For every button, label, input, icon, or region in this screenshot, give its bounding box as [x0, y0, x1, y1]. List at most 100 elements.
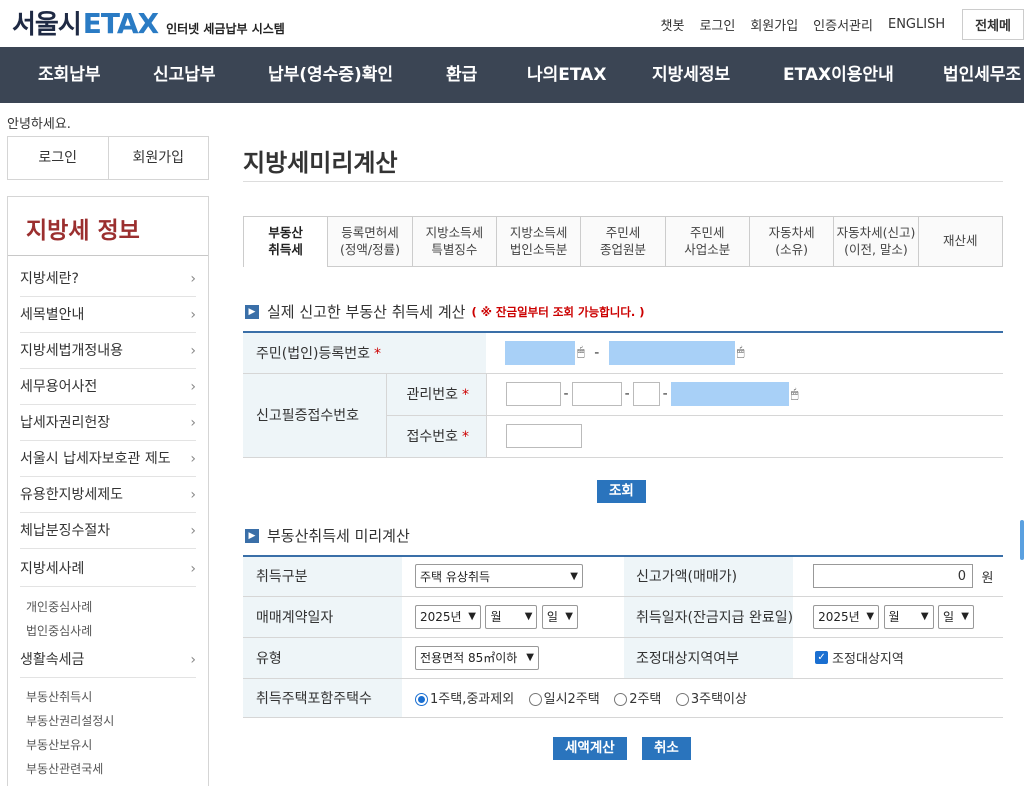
chevron-down-icon: ▼ — [524, 611, 533, 622]
acq-day-select[interactable]: 일 ▼ — [937, 604, 974, 629]
price-cell: 0 원 — [793, 556, 1003, 597]
mouse-icon[interactable]: 🖱 — [791, 387, 799, 402]
title-divider — [243, 181, 1003, 182]
chevron-right-icon: › — [190, 415, 196, 431]
util-english[interactable]: ENGLISH — [888, 17, 945, 32]
scroll-handle[interactable] — [1020, 520, 1024, 560]
dash: - — [594, 344, 600, 361]
lookup-button[interactable]: 조회 — [597, 480, 646, 503]
tab-vehicle-owned[interactable]: 자동차세 (소유) — [748, 217, 834, 267]
site-logo[interactable]: 서울시 ETAX 인터넷 세금납부 시스템 — [12, 4, 285, 41]
nav-tax-info[interactable]: 지방세정보 — [652, 47, 730, 103]
sidebar-item[interactable]: 세무용어사전 › — [20, 369, 196, 405]
acq-type-select[interactable]: 주택 유상취득 ▼ — [415, 564, 583, 589]
rrn-front-input[interactable] — [505, 340, 575, 365]
house-option-4[interactable]: 3주택이상 — [675, 688, 747, 707]
sidebar-divider — [8, 255, 208, 256]
nav-report-pay[interactable]: 신고납부 — [153, 47, 216, 103]
tab-vehicle-report[interactable]: 자동차세(신고) (이전, 말소) — [833, 217, 918, 267]
sidebar-subitem[interactable]: 부동산보유시 — [26, 736, 92, 753]
sidebar-item-label: 체납분징수절차 — [20, 523, 111, 539]
page-title: 지방세미리계산 — [243, 149, 398, 177]
nav-receipt[interactable]: 납부(영수증)확인 — [268, 47, 393, 103]
sidebar-subitem[interactable]: 부동산취득시 — [26, 688, 92, 705]
tab-local-income-corp[interactable]: 지방소득세 법인소득분 — [495, 217, 581, 267]
radio-icon — [614, 693, 628, 706]
sidebar-title: 지방세 정보 — [26, 218, 140, 244]
house-option-2[interactable]: 일시2주택 — [528, 688, 600, 707]
contract-date-cell: 2025년 ▼ 월 ▼ 일 ▼ — [402, 596, 624, 638]
mgmt-input-4[interactable] — [670, 382, 789, 406]
year-value: 2025년 — [818, 610, 860, 624]
sidebar-item-label: 지방세법개정내용 — [20, 343, 124, 359]
sidebar-item[interactable]: 지방세법개정내용 › — [20, 333, 196, 369]
required-mark: * — [462, 429, 470, 445]
nav-my-etax[interactable]: 나의ETAX — [527, 47, 606, 103]
mouse-icon[interactable]: 🖱 — [737, 345, 745, 360]
house-option-3[interactable]: 2주택 — [614, 688, 661, 707]
login-button[interactable]: 로그인 — [8, 137, 108, 179]
sidebar-item-label: 유용한지방세제도 — [20, 487, 124, 503]
mgmt-label: 관리번호 * — [386, 373, 487, 416]
mgmt-input-1[interactable] — [505, 382, 561, 406]
sidebar-item[interactable]: 유용한지방세제도 › — [20, 477, 196, 513]
house-option-1[interactable]: 1주택,중과제외 — [415, 688, 514, 707]
sidebar-item[interactable]: 납세자권리헌장 › — [20, 405, 196, 441]
chevron-right-icon: › — [190, 343, 196, 359]
chevron-right-icon: › — [190, 451, 196, 467]
util-login[interactable]: 로그인 — [699, 15, 735, 34]
util-chatbot[interactable]: 챗봇 — [661, 15, 685, 34]
all-menu-button[interactable]: 전체메 — [962, 9, 1024, 40]
sidebar-item-label: 지방세란? — [20, 271, 79, 287]
mouse-icon[interactable]: 🖱 — [577, 345, 585, 360]
tab-resident-business[interactable]: 주민세 사업소분 — [664, 217, 749, 267]
price-input[interactable]: 0 — [813, 564, 974, 589]
util-cert[interactable]: 인증서관리 — [813, 15, 873, 34]
sidebar-item[interactable]: 서울시 납세자보호관 제도 › — [20, 441, 196, 477]
nav-corp-tax[interactable]: 법인세무조 — [943, 47, 1021, 103]
cancel-button[interactable]: 취소 — [642, 737, 691, 760]
accept-number-input[interactable] — [505, 424, 582, 448]
calculate-button[interactable]: 세액계산 — [553, 737, 627, 760]
acq-year-select[interactable]: 2025년 ▼ — [813, 604, 880, 629]
contract-day-select[interactable]: 일 ▼ — [541, 604, 578, 629]
rrn-label: 주민(법인)등록번호 * — [243, 332, 486, 374]
chevron-right-icon: › — [190, 487, 196, 503]
nav-etax-guide[interactable]: ETAX이용안내 — [783, 47, 894, 103]
main-nav: 조회납부 신고납부 납부(영수증)확인 환급 나의ETAX 지방세정보 ETAX… — [0, 47, 1024, 103]
rrn-back-input[interactable] — [608, 340, 735, 365]
sidebar-subitem[interactable]: 부동산권리설정시 — [26, 712, 114, 729]
sidebar-subitem[interactable]: 부동산관련국세 — [26, 760, 103, 777]
sidebar-item[interactable]: 지방세사례 › — [20, 551, 196, 587]
tab-registration-tax[interactable]: 등록면허세 (정액/정률) — [327, 217, 412, 267]
nav-lookup-pay[interactable]: 조회납부 — [38, 47, 101, 103]
house-count-label: 취득주택포함주택수 — [243, 678, 402, 718]
join-button[interactable]: 회원가입 — [107, 137, 209, 179]
rrn-cell: 🖱 - 🖱 — [486, 332, 1003, 374]
mgmt-input-2[interactable] — [571, 382, 622, 406]
type-label: 유형 — [243, 637, 402, 679]
acq-month-select[interactable]: 월 ▼ — [883, 604, 934, 629]
acq-type-cell: 주택 유상취득 ▼ — [402, 556, 624, 597]
nav-refund[interactable]: 환급 — [446, 47, 477, 103]
sidebar-item[interactable]: 지방세란? › — [20, 261, 196, 297]
tab-resident-employee[interactable]: 주민세 종업원분 — [580, 217, 665, 267]
mgmt-input-3[interactable] — [632, 382, 660, 406]
logo-subtitle: 인터넷 세금납부 시스템 — [166, 22, 285, 36]
sidebar-item[interactable]: 생활속세금 › — [20, 642, 196, 678]
adjust-checkbox[interactable]: ✓ — [815, 651, 829, 664]
contract-year-select[interactable]: 2025년 ▼ — [415, 604, 481, 629]
tab-local-income-special[interactable]: 지방소득세 특별징수 — [411, 217, 496, 267]
section1-heading: ▶ 실제 신고한 부동산 취득세 계산 ( ※ 잔금일부터 조회 가능합니다. … — [245, 301, 645, 322]
price-label: 신고가액(매매가) — [624, 556, 794, 597]
contract-month-select[interactable]: 월 ▼ — [485, 604, 538, 629]
sidebar-item[interactable]: 체납분징수절차 › — [20, 513, 196, 549]
type-select[interactable]: 전용면적 85㎡이하 ▼ — [415, 645, 539, 670]
util-join[interactable]: 회원가입 — [750, 15, 798, 34]
chevron-right-icon: › — [190, 523, 196, 539]
tab-property-tax[interactable]: 재산세 — [917, 217, 1002, 267]
sidebar-subitem[interactable]: 개인중심사례 — [26, 598, 92, 615]
sidebar-subitem[interactable]: 법인중심사례 — [26, 622, 92, 639]
sidebar-item[interactable]: 세목별안내 › — [20, 297, 196, 333]
tab-acquisition-tax[interactable]: 부동산 취득세 — [244, 217, 328, 267]
